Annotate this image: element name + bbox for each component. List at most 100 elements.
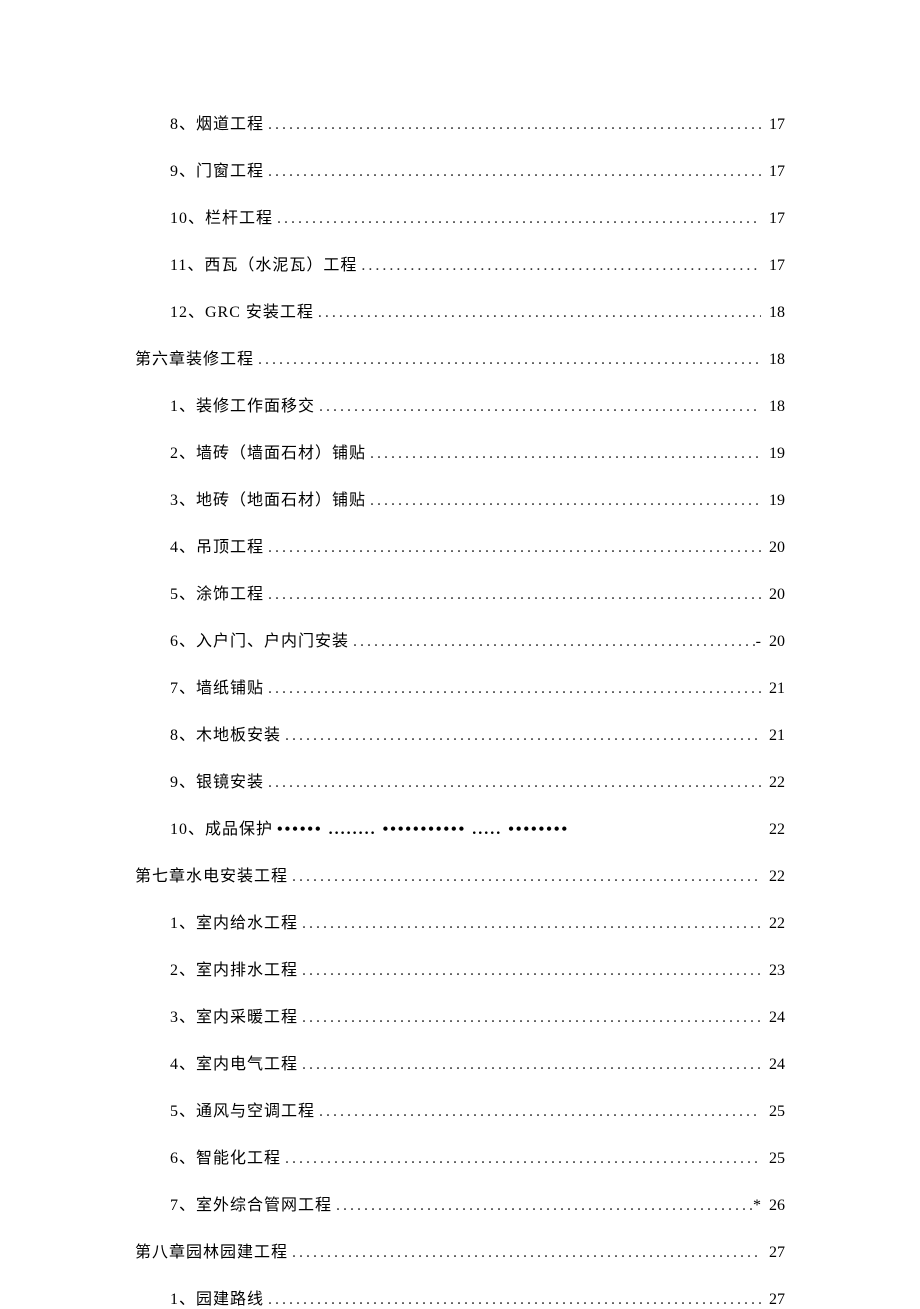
toc-leader-dots	[264, 116, 761, 134]
toc-page-number: 27	[761, 1244, 785, 1262]
toc-page-number: 24	[761, 1009, 785, 1027]
toc-label: 3、地砖（地面石材）铺贴	[170, 486, 366, 510]
toc-leader-dots	[332, 1197, 753, 1215]
toc-leader-dots	[281, 1150, 761, 1168]
toc-leader-dots	[298, 915, 761, 933]
toc-leader-dots	[264, 539, 761, 557]
toc-entry: 5、涂饰工程20	[135, 580, 785, 604]
toc-label: 7、墙纸铺贴	[170, 674, 264, 698]
toc-label: 2、墙砖（墙面石材）铺贴	[170, 439, 366, 463]
toc-entry: 1、园建路线 27	[135, 1285, 785, 1309]
toc-page-number: 26	[761, 1197, 785, 1215]
toc-entry: 7、室外综合管网工程 *26	[135, 1191, 785, 1215]
toc-page-number: 20	[761, 539, 785, 557]
toc-entry: 2、墙砖（墙面石材）铺贴 19	[135, 439, 785, 463]
toc-leader-dots	[264, 1291, 761, 1309]
toc-page-number: 24	[761, 1056, 785, 1074]
toc-leader-dots	[273, 210, 761, 228]
toc-leader-dots	[298, 1009, 761, 1027]
toc-leader-dots	[298, 1056, 761, 1074]
toc-label: 8、木地板安装	[170, 721, 281, 745]
toc-entry: 1、室内给水工程22	[135, 909, 785, 933]
toc-label: 7、室外综合管网工程	[170, 1191, 332, 1215]
toc-leader-dots	[281, 727, 761, 745]
toc-label: 10、栏杆工程	[170, 204, 273, 228]
toc-label: 第六章装修工程	[135, 345, 254, 369]
toc-label: 12、GRC 安装工程	[170, 298, 314, 322]
toc-page-number: 17	[761, 116, 785, 134]
toc-entry: 11、西瓦（水泥瓦）工程 17	[135, 251, 785, 275]
toc-page-number: 22	[761, 868, 785, 886]
toc-leader-dots	[315, 398, 761, 416]
toc-entry: 3、地砖（地面石材）铺贴 19	[135, 486, 785, 510]
toc-entry: 2、室内排水工程23	[135, 956, 785, 980]
toc-page-number: 17	[761, 257, 785, 275]
toc-label: 9、银镜安装	[170, 768, 264, 792]
toc-page-number: 18	[761, 398, 785, 416]
toc-label: 5、通风与空调工程	[170, 1097, 315, 1121]
toc-leader-dots	[288, 868, 761, 886]
toc-leader-dots	[264, 163, 761, 181]
toc-leader-dots	[314, 304, 761, 322]
toc-entry: 1、装修工作面移交 18	[135, 392, 785, 416]
toc-label: 4、吊顶工程	[170, 533, 264, 557]
toc-leader-dots	[315, 1103, 761, 1121]
toc-entry: 10、成品保护•••••• ........ ••••••••••• .....…	[135, 815, 785, 839]
toc-page-number: 18	[761, 304, 785, 322]
toc-entry: 4、吊顶工程 20	[135, 533, 785, 557]
toc-page-number: 27	[761, 1291, 785, 1309]
toc-label: 8、烟道工程	[170, 110, 264, 134]
toc-page-prefix: *	[753, 1197, 761, 1215]
toc-label: 6、智能化工程	[170, 1144, 281, 1168]
toc-page-number: 21	[761, 680, 785, 698]
toc-label: 4、室内电气工程	[170, 1050, 298, 1074]
toc-leader-dots: •••••• ........ ••••••••••• ..... ••••••…	[273, 821, 761, 839]
toc-page-number: 22	[761, 915, 785, 933]
toc-entry: 8、烟道工程 17	[135, 110, 785, 134]
toc-page-number: 21	[761, 727, 785, 745]
toc-leader-dots	[349, 633, 756, 651]
toc-label: 11、西瓦（水泥瓦）工程	[170, 251, 357, 275]
toc-entry: 9、门窗工程 17	[135, 157, 785, 181]
toc-entry: 6、智能化工程 25	[135, 1144, 785, 1168]
toc-entry: 6、入户门、户内门安装-20	[135, 627, 785, 651]
toc-label: 6、入户门、户内门安装	[170, 627, 349, 651]
toc-page-number: 17	[761, 210, 785, 228]
toc-page-number: 23	[761, 962, 785, 980]
toc-leader-dots	[366, 492, 761, 510]
toc-leader-dots	[264, 680, 761, 698]
toc-page-number: 22	[761, 774, 785, 792]
toc-label: 5、涂饰工程	[170, 580, 264, 604]
toc-leader-dots	[254, 351, 761, 369]
toc-label: 1、园建路线	[170, 1285, 264, 1309]
toc-page-number: 20	[761, 633, 785, 651]
toc-entry: 8、木地板安装 21	[135, 721, 785, 745]
toc-leader-dots	[357, 257, 761, 275]
toc-leader-dots	[288, 1244, 761, 1262]
toc-entry: 第六章装修工程 18	[135, 345, 785, 369]
toc-label: 第七章水电安装工程	[135, 862, 288, 886]
toc-label: 第八章园林园建工程	[135, 1238, 288, 1262]
toc-leader-dots	[298, 962, 761, 980]
toc-page-number: 18	[761, 351, 785, 369]
toc-label: 3、室内采暖工程	[170, 1003, 298, 1027]
toc-page-number: 17	[761, 163, 785, 181]
toc-entry: 4、室内电气工程 24	[135, 1050, 785, 1074]
toc-label: 1、装修工作面移交	[170, 392, 315, 416]
toc-entry: 3、室内采暖工程 24	[135, 1003, 785, 1027]
toc-page-number: 25	[761, 1103, 785, 1121]
toc-page-number: 19	[761, 445, 785, 463]
toc-entry: 12、GRC 安装工程 18	[135, 298, 785, 322]
toc-entry: 5、通风与空调工程 25	[135, 1097, 785, 1121]
table-of-contents: 8、烟道工程179、门窗工程1710、栏杆工程1711、西瓦（水泥瓦）工程171…	[135, 110, 785, 1309]
toc-entry: 9、银镜安装 22	[135, 768, 785, 792]
toc-entry: 第八章园林园建工程 27	[135, 1238, 785, 1262]
toc-label: 10、成品保护	[170, 815, 273, 839]
toc-label: 9、门窗工程	[170, 157, 264, 181]
toc-entry: 7、墙纸铺贴 21	[135, 674, 785, 698]
toc-page-number: 25	[761, 1150, 785, 1168]
toc-entry: 10、栏杆工程 17	[135, 204, 785, 228]
toc-entry: 第七章水电安装工程 22	[135, 862, 785, 886]
toc-page-number: 19	[761, 492, 785, 510]
toc-leader-dots	[264, 774, 761, 792]
